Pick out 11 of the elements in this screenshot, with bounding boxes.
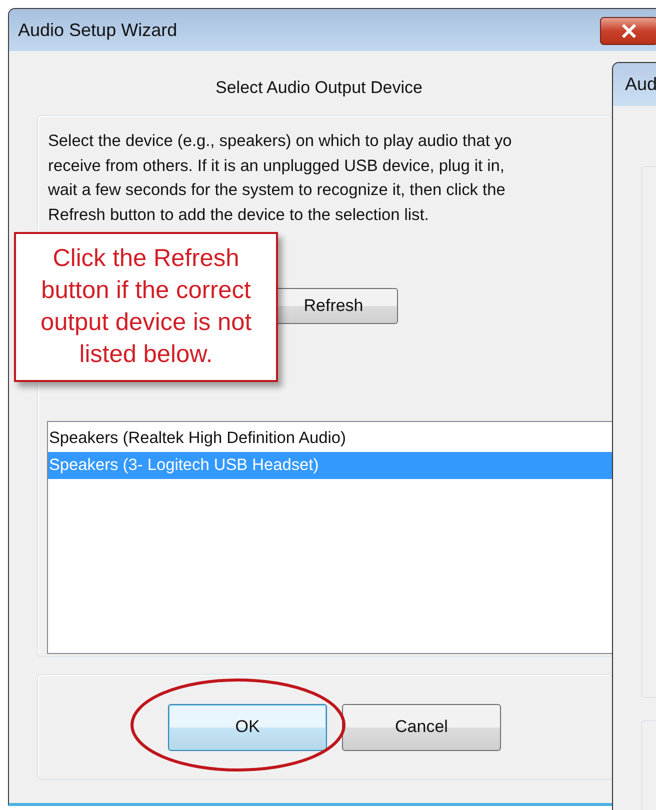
- close-button[interactable]: [600, 17, 656, 45]
- ok-button[interactable]: OK: [168, 704, 327, 750]
- callout-text: Click the Refresh button if the correct output device is not listed below.: [39, 244, 253, 370]
- instructions-text: Select the device (e.g., speakers) on which to play audio that yo receive from others. If it is an unplugged USB device, plug it in, wait a few seconds for the system to recognize it, then click the Refresh button to add the device to the selection list.: [48, 131, 513, 226]
- close-icon: [621, 24, 637, 38]
- cancel-button[interactable]: Cancel: [342, 704, 501, 750]
- device-list-item[interactable]: Speakers (Realtek High Definition Audio): [48, 425, 613, 452]
- window-title: Audio Setup Wizard: [18, 20, 178, 40]
- dialog-heading: Select Audio Output Device: [214, 78, 424, 99]
- device-list[interactable]: Speakers (Realtek High Definition Audio) Speakers (3- Logitech USB Headset): [47, 421, 614, 654]
- window-title: Aud: [625, 74, 656, 95]
